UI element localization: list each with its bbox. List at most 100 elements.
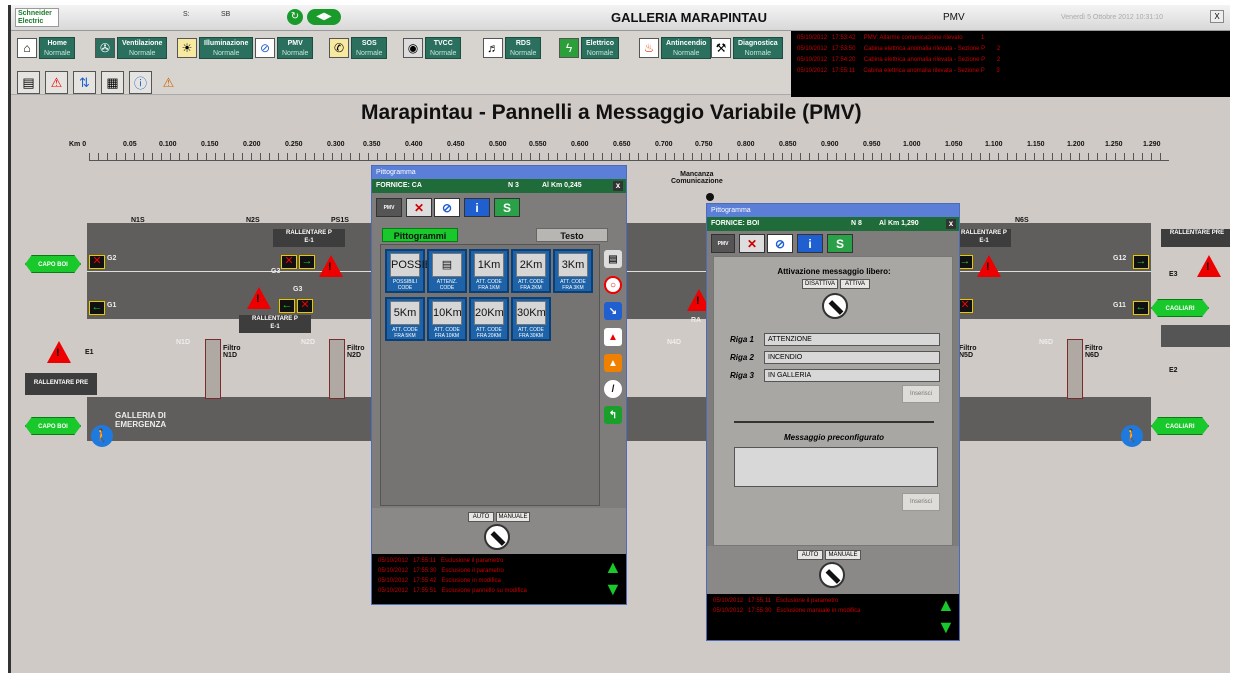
- danger-sign-icon[interactable]: [319, 255, 343, 277]
- alarm-row[interactable]: 05/10/2012 17:54:20 Cabina elettrica ano…: [797, 57, 1000, 66]
- module-diagnostica[interactable]: ⚒ Diagnostica Normale: [711, 34, 783, 61]
- pmv-preview-icon[interactable]: PMV: [711, 234, 735, 253]
- close-button[interactable]: x: [946, 219, 956, 229]
- info-icon[interactable]: ⓘ: [129, 71, 152, 94]
- scroll-up-icon[interactable]: ▲: [937, 594, 955, 616]
- lane-arrow-icon[interactable]: →: [299, 255, 315, 269]
- lane-closed-icon[interactable]: ✕: [281, 255, 297, 269]
- pictogram-tile[interactable]: 30Km ATT. CODE FRA 30KM: [511, 297, 551, 341]
- scroll-down-icon[interactable]: ▼: [604, 578, 622, 600]
- warning-icon[interactable]: ▲: [604, 354, 622, 372]
- warning-icon[interactable]: ⚠: [45, 71, 68, 94]
- mode-selector-knob[interactable]: [819, 562, 845, 588]
- scroll-down-icon[interactable]: ▼: [937, 616, 955, 638]
- pictogram-tile[interactable]: 1Km ATT. CODE FRA 1KM: [469, 249, 509, 293]
- module-elettrico[interactable]: ϟ Elettrico Normale: [559, 34, 620, 61]
- row1-input[interactable]: ATTENZIONE: [764, 333, 940, 346]
- lane-arrow-icon[interactable]: ←: [89, 301, 105, 315]
- lane-arrow-icon[interactable]: ←: [1133, 301, 1149, 315]
- danger-sign-icon[interactable]: [977, 255, 1001, 277]
- lane-change-icon[interactable]: ↰: [604, 406, 622, 424]
- module-rds[interactable]: ♬ RDS Normale: [483, 34, 542, 61]
- pmv-sign[interactable]: RALLENTARE PRE: [1161, 229, 1230, 247]
- lane-arrow-icon[interactable]: ←: [279, 299, 295, 313]
- send-icon[interactable]: S: [827, 234, 853, 253]
- module-illuminazione[interactable]: ☀ Illuminazione Normale: [177, 34, 254, 61]
- direction-cagliari[interactable]: CAGLIARI: [1151, 417, 1209, 435]
- activation-knob[interactable]: [822, 293, 848, 319]
- scroll-up-icon[interactable]: ▲: [604, 556, 622, 578]
- preconfigured-list[interactable]: [734, 447, 938, 487]
- mode-selector-knob[interactable]: [484, 524, 510, 550]
- direction-cagliari[interactable]: CAGLIARI: [1151, 299, 1209, 317]
- tab-testo[interactable]: Testo: [536, 228, 608, 242]
- close-button[interactable]: x: [613, 181, 623, 191]
- pmv-sign[interactable]: RALLENTARE P E-1: [957, 229, 1011, 247]
- refresh-icon[interactable]: ↻: [287, 9, 303, 25]
- module-ventilazione[interactable]: ✇ Ventilazione Normale: [95, 34, 168, 61]
- pictogram-tile[interactable]: ▤ ATTENZ. CODE: [427, 249, 467, 293]
- log-row: 05/10/2012 17:55:51 Esclusione pannello …: [378, 588, 527, 594]
- pictogram-tile[interactable]: 10Km ATT. CODE FRA 10KM: [427, 297, 467, 341]
- pictogram-tile[interactable]: 3Km ATT. CODE FRA 3KM: [553, 249, 593, 293]
- insert-preconf-button[interactable]: Inserisci: [902, 493, 940, 511]
- trend-icon[interactable]: ▤: [17, 71, 40, 94]
- direction-arrow-icon[interactable]: ↘: [604, 302, 622, 320]
- pmv-sign-blank[interactable]: [1161, 325, 1230, 347]
- direction-capo-boi[interactable]: CAPO BOI: [25, 255, 81, 273]
- roadwork-icon[interactable]: ▲: [604, 328, 622, 346]
- window-close-button[interactable]: X: [1210, 10, 1224, 23]
- no-entry-icon[interactable]: ○: [604, 276, 622, 294]
- module-home[interactable]: ⌂ Home Normale: [17, 34, 76, 61]
- schneider-logo: Schneider Electric: [15, 8, 59, 27]
- module-antincendio[interactable]: ♨ Antincendio Normale: [639, 34, 712, 61]
- report-icon[interactable]: ▦: [101, 71, 124, 94]
- pmv-sign[interactable]: RALLENTARE P E-1: [273, 229, 345, 247]
- send-icon[interactable]: S: [494, 198, 520, 217]
- module-pmv[interactable]: ⊘ PMV Normale: [255, 34, 314, 61]
- pictogram-tile[interactable]: POSSIBILI POSSIBILI CODE: [385, 249, 444, 293]
- pictogram-tile[interactable]: 2Km ATT. CODE FRA 2KM: [511, 249, 551, 293]
- transfer-icon[interactable]: ⇅: [73, 71, 96, 94]
- danger-sign-icon[interactable]: [47, 341, 71, 363]
- tab-pittogrammi[interactable]: Pittogrammi: [382, 228, 458, 242]
- pedestrian-exit-icon[interactable]: 🚶: [91, 425, 113, 447]
- deactivate-button[interactable]: DISATTIVA: [802, 279, 838, 289]
- pictogram-tile[interactable]: 5Km ATT. CODE FRA 5KM: [385, 297, 425, 341]
- alarm-row[interactable]: 05/10/2012 17:55:11 Cabina elettrica ano…: [797, 68, 1000, 77]
- manual-button[interactable]: MANUALE: [496, 512, 530, 522]
- no-entry-icon[interactable]: ⊘: [767, 234, 793, 253]
- row2-input[interactable]: INCENDIO: [764, 351, 940, 364]
- pmv-sign[interactable]: RALLENTARE PRE: [25, 373, 97, 395]
- activate-button[interactable]: ATTIVA: [840, 279, 870, 289]
- module-tvcc[interactable]: ◉ TVCC Normale: [403, 34, 462, 61]
- row3-input[interactable]: IN GALLERIA: [764, 369, 940, 382]
- pmv-sign[interactable]: RALLENTARE P E-1: [239, 315, 311, 333]
- lane-closed-icon[interactable]: ✕: [297, 299, 313, 313]
- pedestrian-exit-icon[interactable]: 🚶: [1121, 425, 1143, 447]
- manual-button[interactable]: MANUALE: [825, 550, 861, 560]
- lane-arrow-icon[interactable]: →: [1133, 255, 1149, 269]
- danger-sign-icon[interactable]: [247, 287, 271, 309]
- no-entry-icon[interactable]: ⊘: [434, 198, 460, 217]
- module-sos[interactable]: ✆ SOS Normale: [329, 34, 388, 61]
- speed-limit-icon[interactable]: /: [604, 380, 622, 398]
- reset-icon[interactable]: ✕: [739, 234, 765, 253]
- info-icon[interactable]: i: [797, 234, 823, 253]
- pictogram-tile[interactable]: 20Km ATT. CODE FRA 20KM: [469, 297, 509, 341]
- reset-icon[interactable]: ✕: [406, 198, 432, 217]
- alarm-row[interactable]: 05/10/2012 17:53:42 PMV: Allarme comunic…: [797, 35, 984, 44]
- roadwork-icon[interactable]: ⚠: [157, 71, 180, 94]
- pmv-preview-icon[interactable]: PMV: [376, 198, 402, 217]
- insert-button[interactable]: Inserisci: [902, 385, 940, 403]
- danger-sign-icon[interactable]: [1197, 255, 1221, 277]
- lane-closed-icon[interactable]: ✕: [89, 255, 105, 269]
- queue-icon[interactable]: ▤: [604, 250, 622, 268]
- info-icon[interactable]: i: [464, 198, 490, 217]
- auto-button[interactable]: AUTO: [797, 550, 823, 560]
- auto-button[interactable]: AUTO: [468, 512, 494, 522]
- nav-arrows-icon[interactable]: ◀▶: [307, 9, 341, 25]
- direction-capo-boi[interactable]: CAPO BOI: [25, 417, 81, 435]
- alarm-row[interactable]: 05/10/2012 17:53:50 Cabina elettrica ano…: [797, 46, 1000, 55]
- page-code: PMV: [943, 12, 965, 23]
